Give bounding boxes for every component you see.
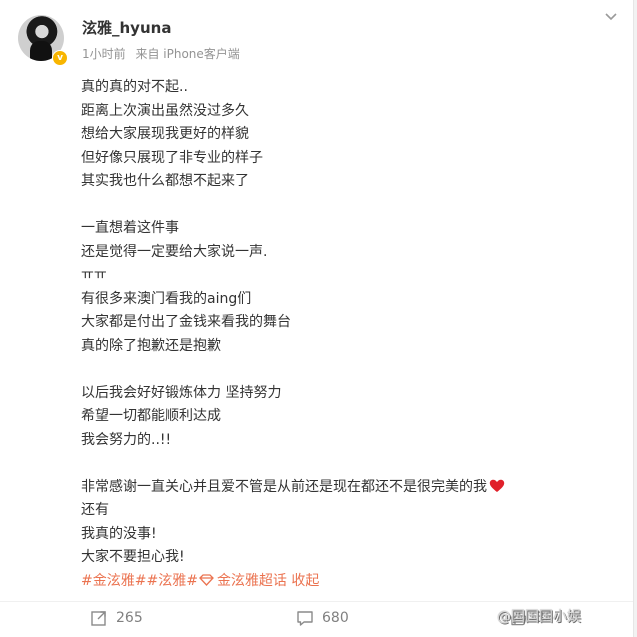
post-line: 真的除了抱歉还是抱歉 (81, 337, 221, 354)
post-body: 真的真的对不起.. 距离上次演出虽然没过多久 想给大家展现我更好的样貌 但好像只… (81, 76, 505, 593)
comment-count: 680 (322, 610, 349, 626)
post-line: 有很多来澳门看我的aing们 (81, 290, 252, 307)
repost-icon (91, 611, 106, 626)
post-line: 以后我会好好锻炼体力 坚持努力 (81, 384, 282, 401)
post-line: ㅠㅠ (81, 267, 107, 283)
comment-button[interactable]: 680 (296, 607, 349, 629)
post-line: 非常感谢一直关心并且爱不管是从前还是现在都还不是很完美的我 (81, 478, 487, 495)
like-count: 337 (536, 610, 563, 626)
repost-button[interactable]: 265 (90, 607, 143, 629)
weibo-post-card: v 泫雅_hyuna 1小时前 来自 iPhone客户端 真的真的对不起.. 距… (0, 0, 634, 637)
repost-count: 265 (116, 610, 143, 626)
collapse-link[interactable]: 收起 (291, 573, 319, 589)
post-line: 大家不要担心我! (81, 549, 185, 565)
username[interactable]: 泫雅_hyuna (82, 17, 171, 38)
topic-tags: #金泫雅##泫雅# 金泫雅超话 收起 (81, 570, 505, 594)
super-topic-link[interactable]: 金泫雅超话 (198, 573, 287, 589)
post-line: 希望一切都能顺利达成 (81, 408, 221, 424)
post-line: 一直想着这件事 (81, 220, 179, 236)
verified-badge-icon: v (52, 50, 68, 66)
topic-tag-kim-hyuna[interactable]: #金泫雅# (81, 573, 146, 589)
like-button[interactable]: 337 (510, 607, 563, 629)
like-icon (511, 610, 527, 626)
post-meta: 1小时前 来自 iPhone客户端 (82, 45, 246, 62)
action-bar: 265 680 337 (0, 607, 633, 629)
post-time[interactable]: 1小时前 (82, 47, 126, 61)
post-line: 距离上次演出虽然没过多久 (81, 102, 249, 119)
post-line: 但好像只展现了非专业的样子 (81, 149, 263, 166)
post-line: 我会努力的..!! (81, 431, 172, 448)
post-line: 大家都是付出了金钱来看我的舞台 (81, 314, 291, 330)
post-line: 还是觉得一定要给大家说一声. (81, 243, 268, 260)
post-line: 其实我也什么都想不起来了 (81, 173, 249, 189)
topic-tag-hyuna[interactable]: #泫雅# (146, 573, 197, 589)
footer-divider (0, 601, 633, 602)
super-topic-label: 金泫雅超话 (216, 572, 287, 589)
heart-icon (489, 479, 505, 492)
super-topic-icon (199, 573, 214, 586)
post-line-with-heart: 非常感谢一直关心并且爱不管是从前还是现在都还不是很完美的我 (81, 476, 505, 500)
post-line: 想给大家展现我更好的样貌 (81, 126, 249, 142)
post-line: 还有 (81, 502, 109, 518)
post-line: 真的真的对不起.. (81, 79, 188, 95)
post-line: 我真的没事! (81, 525, 157, 542)
comment-icon (297, 611, 313, 626)
chevron-down-icon[interactable] (604, 12, 618, 22)
post-source: 来自 iPhone客户端 (135, 47, 240, 61)
